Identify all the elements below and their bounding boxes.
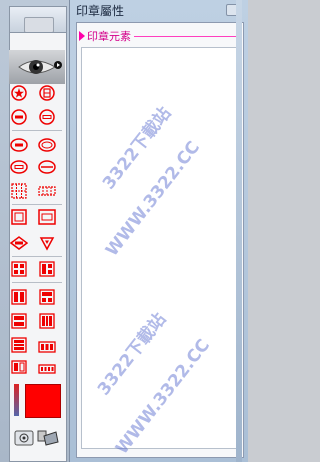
- circle-icon[interactable]: [10, 108, 28, 126]
- grid-split-icon[interactable]: [38, 260, 56, 278]
- ellipse-double-icon[interactable]: [10, 136, 28, 154]
- mini-stamp-icon[interactable]: [14, 428, 60, 448]
- palette-grip[interactable]: [24, 17, 54, 33]
- layout-d-icon[interactable]: [38, 312, 56, 330]
- layout-a-icon[interactable]: [10, 288, 28, 306]
- rect-frame-icon[interactable]: [38, 208, 56, 226]
- divider: [12, 204, 62, 205]
- stamp-element-list[interactable]: [81, 47, 237, 449]
- divider: [12, 256, 62, 257]
- layout-c-icon[interactable]: [10, 312, 28, 330]
- panel-body: 印章元素: [76, 22, 244, 458]
- ellipse-thin-icon[interactable]: [10, 158, 28, 176]
- divider: [12, 130, 62, 131]
- grid-square-icon[interactable]: [10, 182, 28, 200]
- stamp-properties-panel: 印章屬性 印章元素: [69, 0, 248, 462]
- preview-eye-icon[interactable]: [9, 50, 65, 84]
- grid-2x2-icon[interactable]: [10, 260, 28, 278]
- divider: [12, 282, 62, 283]
- grid-rect-icon[interactable]: [38, 182, 56, 200]
- color-swatch[interactable]: [25, 384, 61, 418]
- tool-palette-header: [9, 6, 67, 33]
- layout-b-icon[interactable]: [38, 288, 56, 306]
- diamond-icon[interactable]: [10, 234, 28, 252]
- layout-e-icon[interactable]: [10, 336, 28, 354]
- rounded-rect-icon[interactable]: [38, 108, 56, 126]
- section-divider: [134, 35, 239, 37]
- color-gradient-slider[interactable]: [14, 384, 19, 416]
- layout-g-icon[interactable]: [10, 358, 28, 376]
- bottom-tools: [14, 428, 60, 448]
- panel-title: 印章屬性: [76, 4, 125, 18]
- square-frame-icon[interactable]: [10, 208, 28, 226]
- layout-h-icon[interactable]: [38, 360, 56, 378]
- ellipse-icon[interactable]: [38, 136, 56, 154]
- panel-edge: [236, 0, 242, 462]
- layout-f-icon[interactable]: [38, 338, 56, 356]
- section-label: 印章元素: [87, 30, 131, 43]
- section-header[interactable]: 印章元素: [79, 28, 239, 44]
- star-circle-icon[interactable]: [10, 84, 28, 102]
- stamp-circle-icon[interactable]: [38, 84, 56, 102]
- ellipse-wide-icon[interactable]: [38, 158, 56, 176]
- triangle-icon[interactable]: [38, 234, 56, 252]
- expand-arrow-icon[interactable]: [79, 31, 85, 41]
